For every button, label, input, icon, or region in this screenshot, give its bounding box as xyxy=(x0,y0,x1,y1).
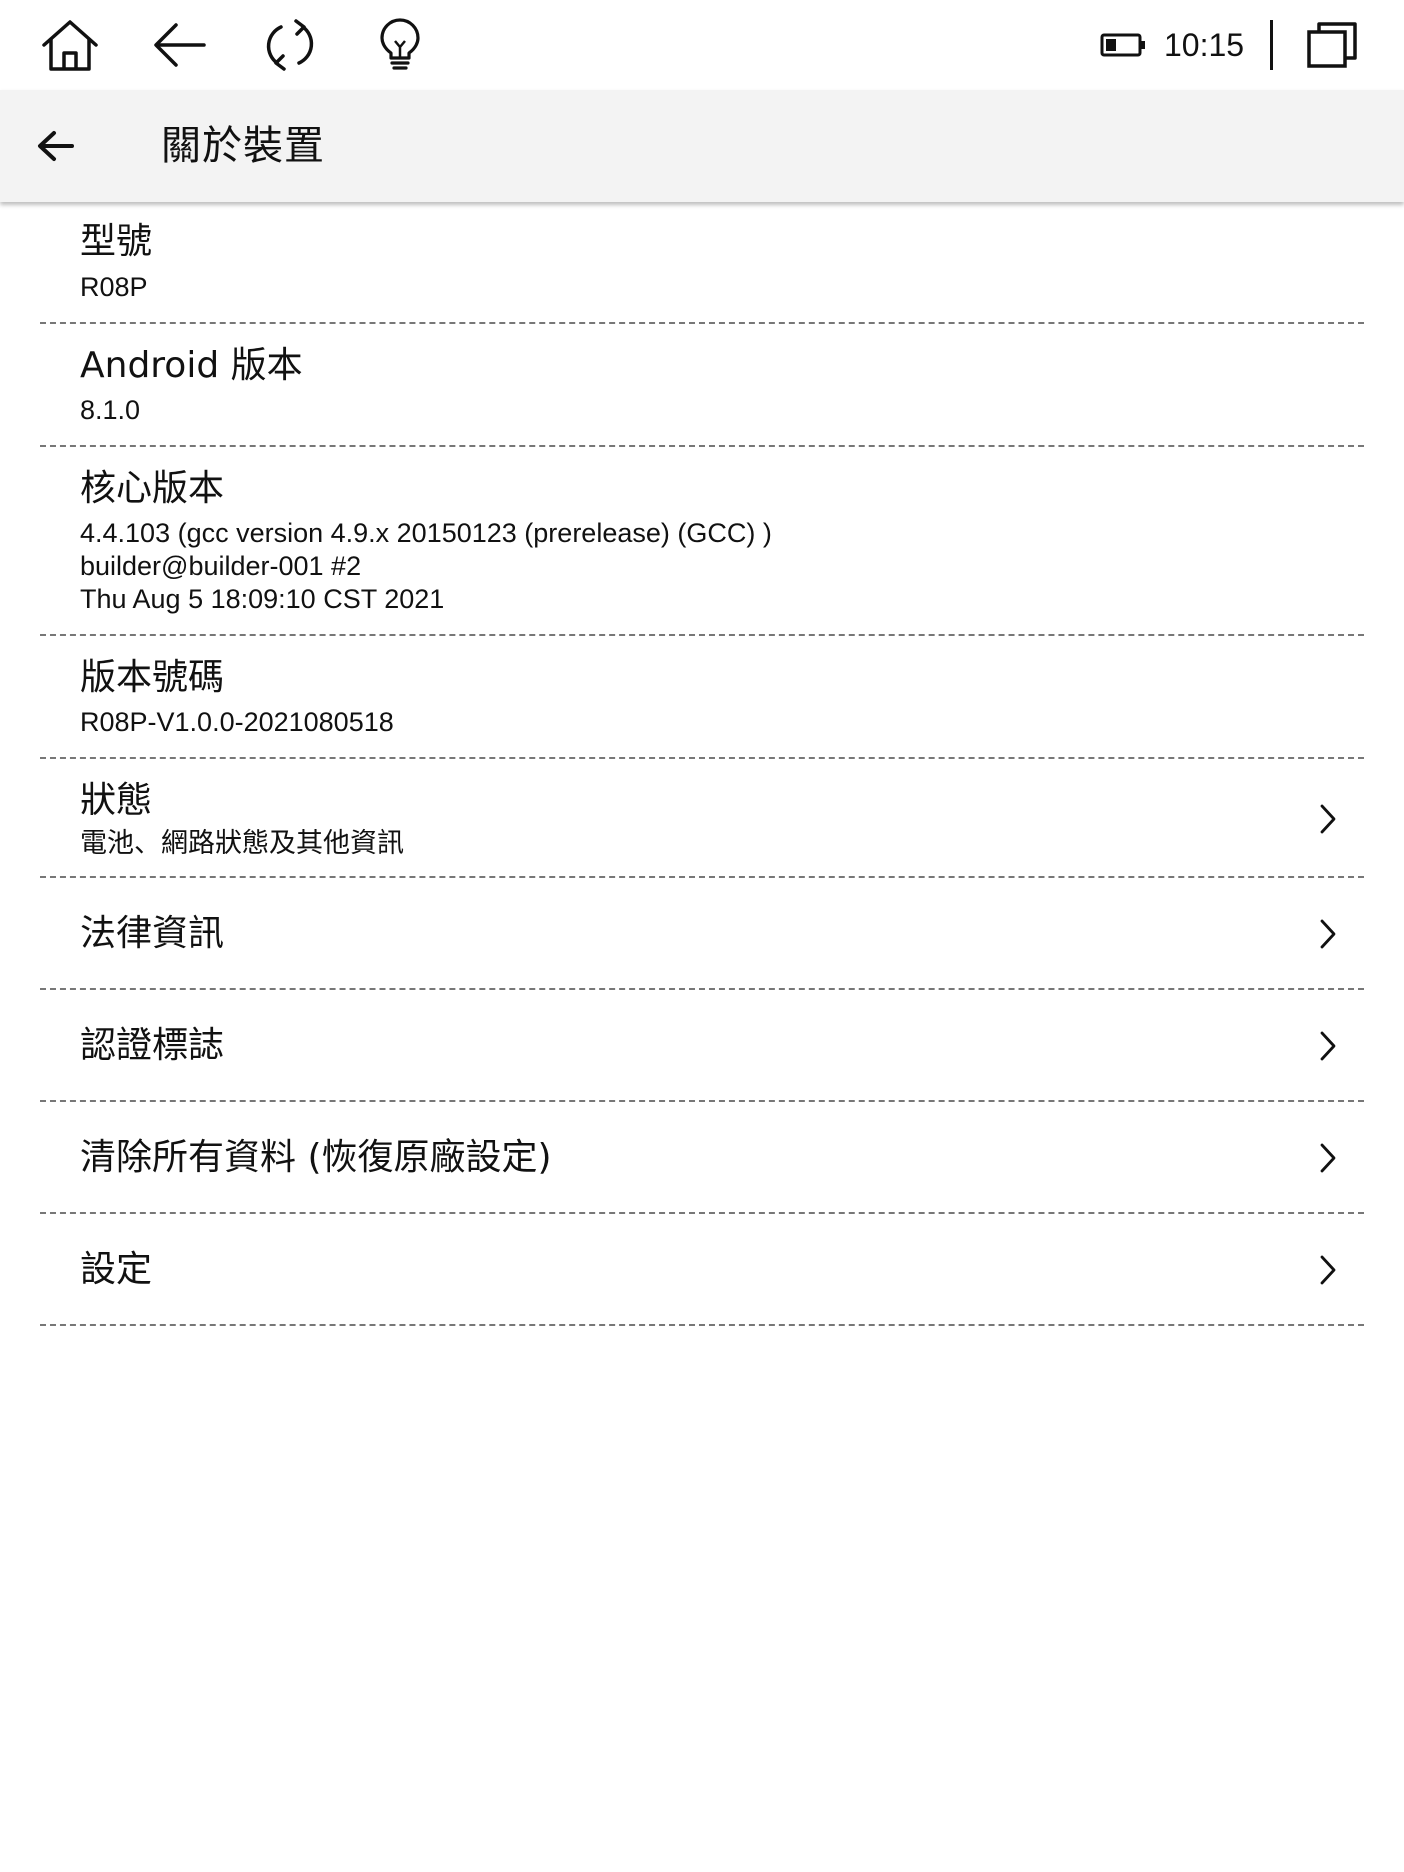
item-title: 法律資訊 xyxy=(80,913,225,954)
back-arrow-icon[interactable] xyxy=(150,15,210,75)
list-item-kernel-version: 核心版本 4.4.103 (gcc version 4.9.x 20150123… xyxy=(40,447,1364,636)
list-item-model: 型號 R08P xyxy=(40,202,1364,324)
arrow-left-icon[interactable] xyxy=(26,116,86,176)
item-title: 核心版本 xyxy=(80,468,225,509)
lightbulb-icon[interactable] xyxy=(370,15,430,75)
item-subtitle: R08P xyxy=(80,272,148,302)
chevron-right-icon xyxy=(1312,1138,1344,1178)
home-icon[interactable] xyxy=(40,15,100,75)
clock: 10:15 xyxy=(1164,27,1245,63)
item-title: 認證標誌 xyxy=(80,1025,225,1066)
item-title: 清除所有資料 (恢復原廠設定) xyxy=(80,1137,552,1178)
item-title: 版本號碼 xyxy=(80,657,225,698)
list-item-settings[interactable]: 設定 xyxy=(40,1214,1364,1326)
kernel-line: 4.4.103 (gcc version 4.9.x 20150123 (pre… xyxy=(80,518,772,548)
page-title: 關於裝置 xyxy=(161,123,325,169)
multi-window-icon[interactable] xyxy=(1302,15,1362,75)
item-subtitle: 電池、網路狀態及其他資訊 xyxy=(80,828,404,858)
chevron-right-icon xyxy=(1312,914,1344,954)
app-bar: 關於裝置 xyxy=(0,90,1404,202)
item-subtitle: 4.4.103 (gcc version 4.9.x 20150123 (pre… xyxy=(80,517,772,616)
list-item-certification[interactable]: 認證標誌 xyxy=(40,990,1364,1102)
item-title: 型號 xyxy=(80,221,153,262)
item-subtitle: 8.1.0 xyxy=(80,395,141,425)
list-item-factory-reset[interactable]: 清除所有資料 (恢復原廠設定) xyxy=(40,1102,1364,1214)
chevron-right-icon xyxy=(1312,1250,1344,1290)
battery-icon xyxy=(1100,33,1146,57)
item-subtitle: R08P-V1.0.0-2021080518 xyxy=(80,707,394,737)
status-divider xyxy=(1270,20,1273,70)
kernel-line: Thu Aug 5 18:09:10 CST 2021 xyxy=(80,584,445,614)
item-title: 狀態 xyxy=(80,780,153,821)
item-title: 設定 xyxy=(80,1249,153,1290)
list-item-legal-info[interactable]: 法律資訊 xyxy=(40,878,1364,990)
list-item-status[interactable]: 狀態 電池、網路狀態及其他資訊 xyxy=(40,759,1364,878)
list-item-build-number: 版本號碼 R08P-V1.0.0-2021080518 xyxy=(40,636,1364,759)
status-bar: 10:15 xyxy=(0,0,1404,90)
chevron-right-icon xyxy=(1312,799,1344,839)
kernel-line: builder@builder-001 #2 xyxy=(80,551,362,581)
list-item-android-version: Android 版本 8.1.0 xyxy=(40,324,1364,447)
item-title: Android 版本 xyxy=(80,345,303,386)
refresh-icon[interactable] xyxy=(260,15,320,75)
settings-list: 型號 R08P Android 版本 8.1.0 核心版本 4.4.103 (g… xyxy=(40,202,1364,1326)
chevron-right-icon xyxy=(1312,1026,1344,1066)
